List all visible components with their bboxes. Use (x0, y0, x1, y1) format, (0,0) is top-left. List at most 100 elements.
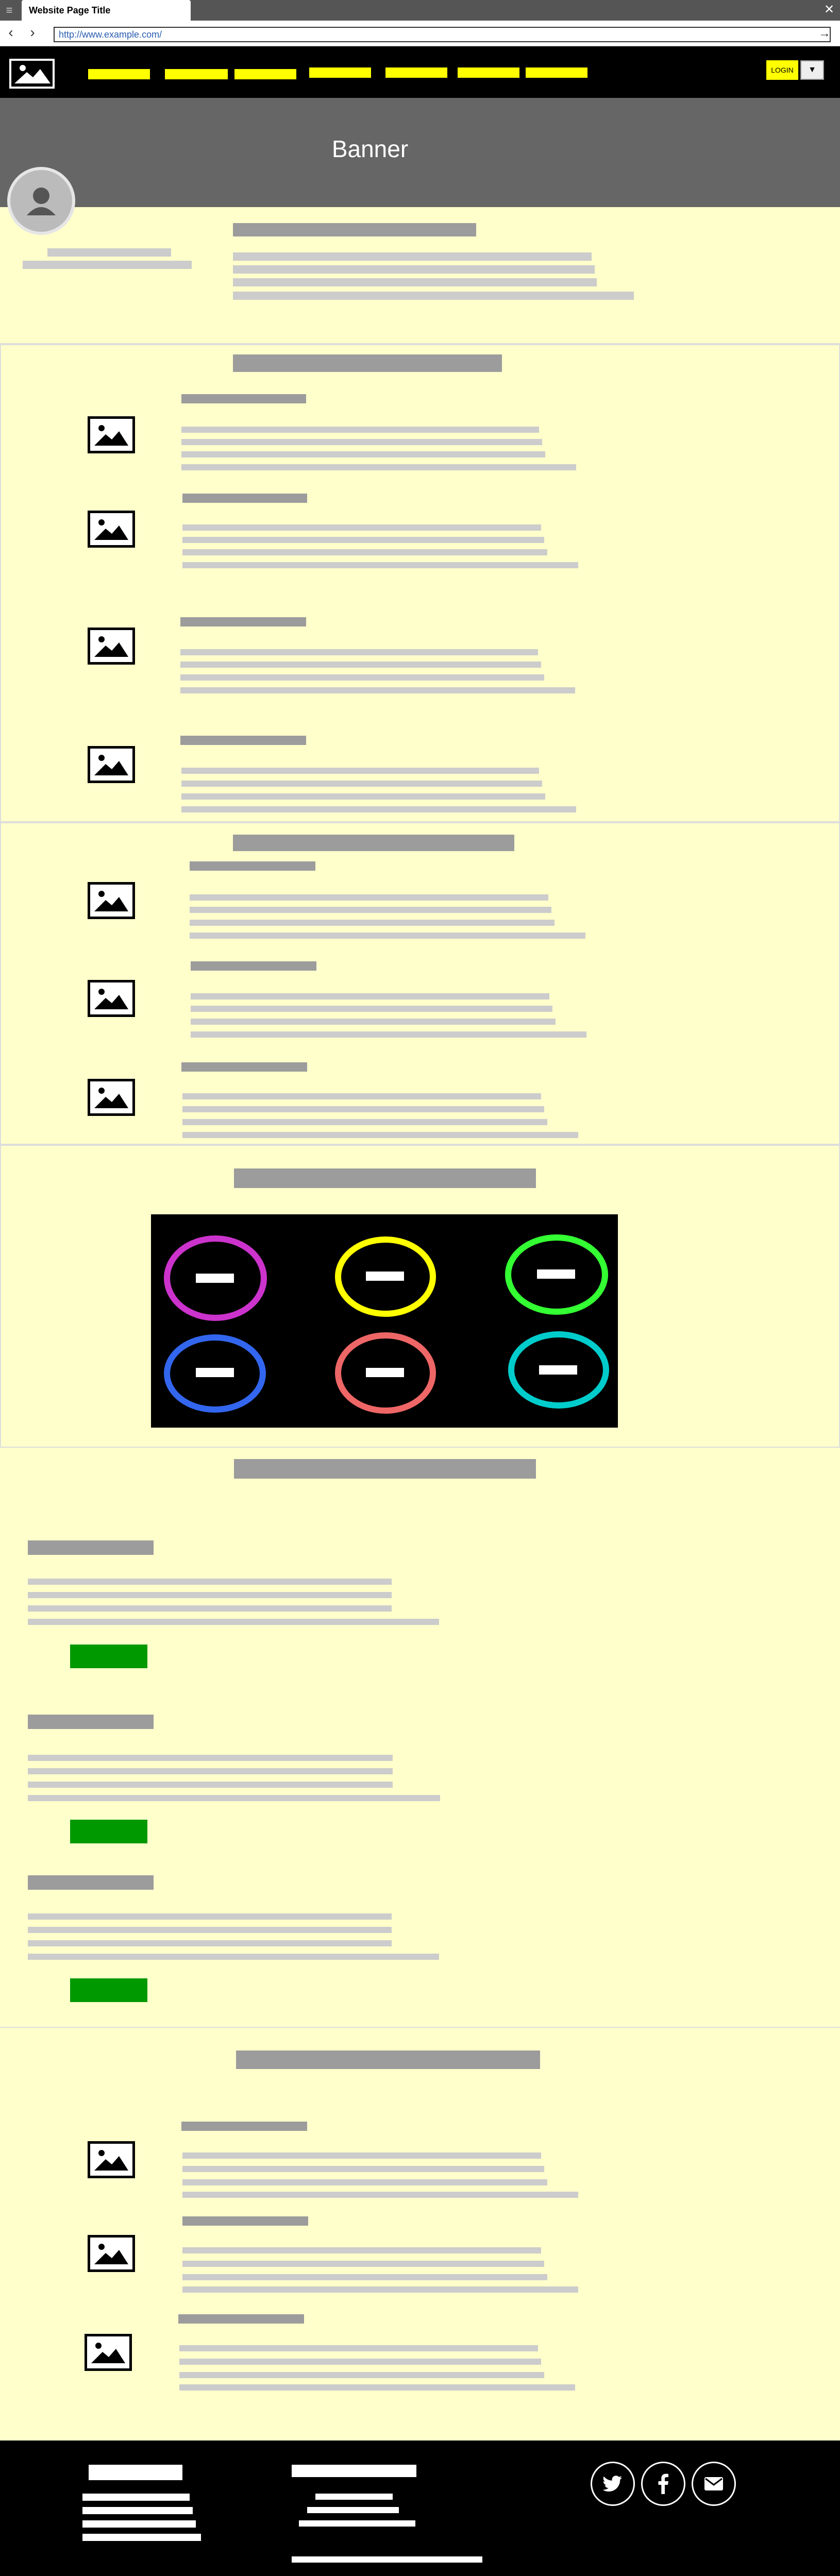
forward-arrow-icon[interactable]: › (25, 25, 40, 42)
section-heading-placeholder (233, 835, 514, 851)
image-glyph (94, 989, 128, 1009)
image-glyph (94, 636, 128, 657)
item-text-line (179, 2372, 544, 2378)
item-heading-placeholder (190, 861, 315, 871)
logo-image-glyph (14, 65, 51, 83)
item-text-line (182, 2166, 544, 2172)
item-text-line (180, 649, 538, 655)
nav-link-3[interactable] (234, 69, 296, 79)
item-heading-placeholder (180, 617, 306, 626)
back-arrow-icon[interactable]: ‹ (3, 25, 19, 42)
item-heading-placeholder (181, 2122, 307, 2131)
article-text-line (28, 1954, 439, 1960)
profile-subtitle-placeholder (23, 261, 192, 269)
item-text-line (190, 920, 555, 926)
article-action-button[interactable] (70, 1820, 147, 1843)
article-text-line (28, 1592, 392, 1598)
item-text-line (190, 907, 551, 913)
item-text-line (182, 2179, 547, 2185)
item-heading-placeholder (182, 494, 307, 503)
item-text-line (182, 1106, 544, 1112)
email-glyph (704, 2477, 723, 2490)
article-action-button[interactable] (70, 1645, 147, 1668)
article-heading-placeholder (28, 1540, 154, 1555)
nav-link-4[interactable] (309, 67, 371, 78)
item-heading-placeholder (181, 394, 306, 403)
item-text-line (182, 2261, 544, 2267)
item-text-line (180, 687, 575, 693)
browser-tab[interactable]: Website Page Title (22, 0, 191, 21)
nav-link-5[interactable] (385, 67, 447, 78)
item-heading-placeholder (181, 1062, 307, 1072)
item-text-line (190, 894, 548, 901)
section-divider (0, 2027, 840, 2028)
url-text: http://www.example.com/ (59, 29, 162, 40)
image-placeholder-icon (88, 511, 135, 548)
item-text-line (182, 562, 578, 568)
image-placeholder-icon (88, 2141, 135, 2178)
email-icon[interactable] (692, 2462, 736, 2506)
item-text-line (180, 662, 541, 668)
footer-copyright-placeholder (292, 2556, 482, 2563)
nav-link-6[interactable] (458, 67, 519, 78)
image-glyph (94, 2150, 128, 2171)
footer-link[interactable] (82, 2520, 196, 2528)
logo-image-icon[interactable] (9, 59, 55, 89)
url-input[interactable]: http://www.example.com/ (54, 27, 831, 42)
nav-link-2[interactable] (165, 69, 228, 79)
footer-link[interactable] (315, 2494, 393, 2500)
article-text-line (28, 1755, 393, 1761)
article-heading-placeholder (28, 1715, 154, 1729)
login-button[interactable]: LOGIN (766, 60, 798, 80)
nav-link-1[interactable] (88, 69, 150, 79)
intro-text-line (233, 252, 592, 261)
image-glyph (94, 891, 128, 911)
item-text-line (181, 768, 539, 774)
item-text-line (182, 1119, 547, 1125)
item-text-line (179, 2345, 538, 2351)
footer-link[interactable] (82, 2494, 190, 2501)
nav-link-7[interactable] (526, 67, 587, 78)
item-text-line (191, 1006, 552, 1012)
facebook-icon[interactable] (641, 2462, 685, 2506)
item-text-line (182, 2153, 541, 2159)
twitter-icon[interactable] (591, 2462, 635, 2506)
footer-link[interactable] (299, 2520, 415, 2527)
section-heading-placeholder (234, 1168, 536, 1188)
footer-link[interactable] (82, 2507, 193, 2514)
item-text-line (182, 2192, 578, 2198)
banner-title: Banner (331, 135, 409, 162)
image-glyph (91, 2343, 125, 2363)
footer-link[interactable] (307, 2507, 399, 2513)
footer-link[interactable] (82, 2534, 201, 2541)
article-text-line (28, 1940, 392, 1946)
close-icon[interactable]: ✕ (822, 3, 836, 16)
image-glyph (94, 2244, 128, 2264)
ring-label-placeholder (537, 1269, 575, 1279)
image-placeholder-icon (88, 2235, 135, 2272)
article-action-button[interactable] (70, 1978, 147, 2002)
image-placeholder-icon (88, 1079, 135, 1116)
item-text-line (191, 1031, 586, 1038)
intro-text-line (233, 278, 597, 286)
item-text-line (191, 993, 549, 999)
article-text-line (28, 1605, 392, 1612)
item-text-line (181, 451, 545, 457)
image-glyph (94, 519, 128, 540)
item-text-line (182, 2274, 547, 2280)
go-arrow-icon[interactable]: → (818, 26, 831, 41)
item-text-line (181, 464, 576, 470)
image-placeholder-icon (88, 746, 135, 783)
caret-down-icon[interactable]: ▼ (800, 60, 824, 80)
profile-name-placeholder (47, 248, 171, 257)
item-text-line (182, 2286, 578, 2293)
image-placeholder-icon (88, 980, 135, 1017)
item-text-line (191, 1019, 556, 1025)
hamburger-icon[interactable]: ≡ (3, 4, 15, 16)
user-avatar-icon[interactable] (7, 167, 75, 235)
image-glyph (94, 425, 128, 446)
item-text-line (179, 2384, 575, 2391)
intro-text-line (233, 265, 595, 274)
ring-label-placeholder (196, 1368, 234, 1377)
image-glyph (94, 1088, 128, 1108)
